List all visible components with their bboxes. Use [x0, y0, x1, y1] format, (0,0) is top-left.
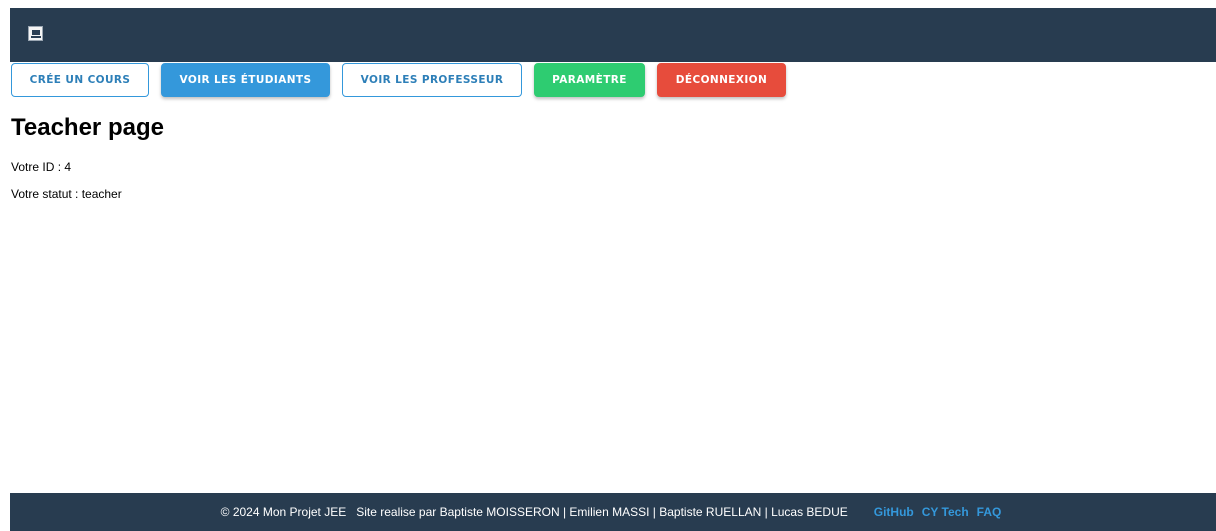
user-status-text: Votre statut : teacher: [11, 187, 122, 201]
footer-link-github[interactable]: GitHub: [874, 505, 914, 519]
settings-button[interactable]: Paramètre: [534, 63, 645, 97]
view-teachers-button[interactable]: Voir les professeur: [342, 63, 522, 97]
book-logo-icon[interactable]: [28, 26, 43, 41]
logout-button[interactable]: Déconnexion: [657, 63, 786, 97]
create-course-button[interactable]: Crée un cours: [11, 63, 149, 97]
footer-copyright: © 2024 Mon Projet JEE: [220, 505, 347, 519]
footer-link-cytech[interactable]: CY Tech: [922, 505, 969, 519]
view-students-button[interactable]: Voir les étudiants: [161, 63, 330, 97]
top-header-bar: [10, 8, 1216, 62]
footer: © 2024 Mon Projet JEE Site realise par B…: [10, 493, 1216, 531]
page: Crée un cours Voir les étudiants Voir le…: [0, 0, 1216, 531]
footer-link-faq[interactable]: FAQ: [977, 505, 1002, 519]
footer-credits: Site realise par Baptiste MOISSERON | Em…: [356, 505, 848, 519]
user-id-text: Votre ID : 4: [11, 160, 72, 174]
page-title: Teacher page: [11, 114, 164, 141]
